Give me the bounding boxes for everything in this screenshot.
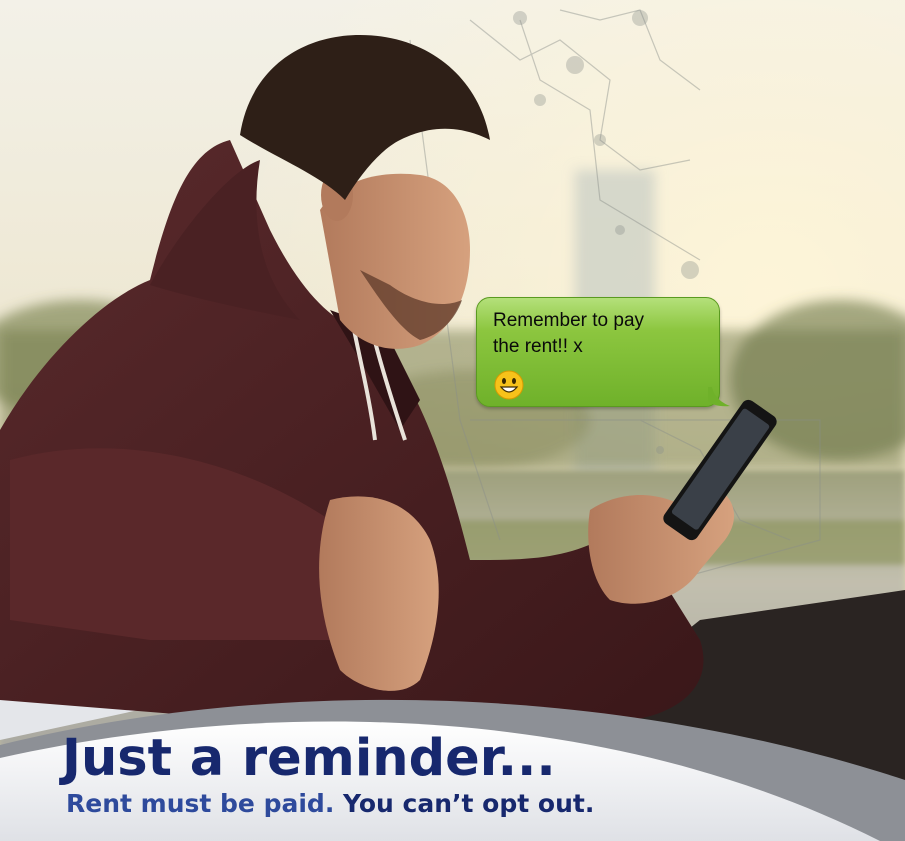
- subheadline-part-2: You can’t opt out.: [343, 789, 595, 818]
- subheadline-part-1: Rent must be paid.: [66, 789, 335, 818]
- message-line-2: the rent!! x: [493, 336, 583, 357]
- photo-scene: [0, 0, 905, 841]
- message-line-1: Remember to pay: [493, 310, 645, 331]
- smiley-icon: [494, 370, 524, 400]
- text-message-bubble: Remember to pay the rent!! x: [476, 297, 730, 407]
- bubble-tail: [708, 387, 730, 407]
- poster: Remember to pay the rent!! x Just a remi…: [0, 0, 905, 841]
- headline: Just a reminder...: [62, 729, 556, 788]
- subheadline: Rent must be paid. You can’t opt out.: [66, 788, 594, 820]
